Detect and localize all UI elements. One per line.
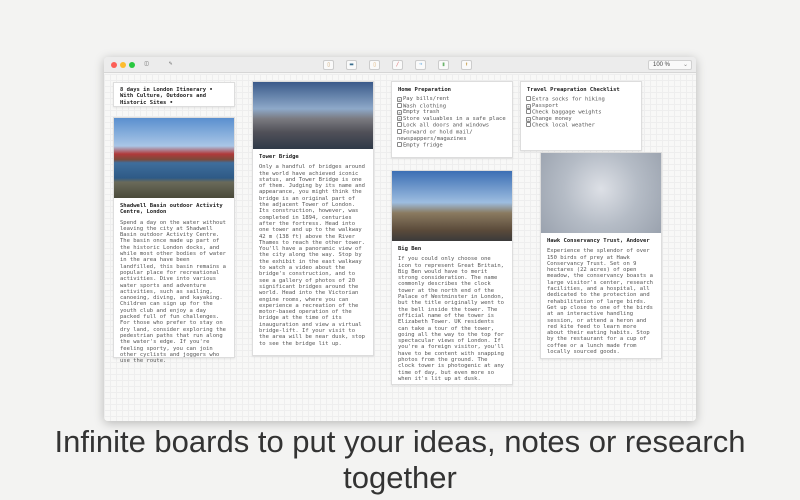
travel-checklist-card[interactable]: Travel Preapration Checklist Extra socks… [520,81,642,151]
chevron-down-icon: ⌄ [682,62,688,68]
clipboard-icon[interactable]: ▯ [369,60,380,70]
minimize-button[interactable] [120,62,126,68]
link-icon[interactable]: ∕ [392,60,403,70]
checklist-item-label: Lock all doors and windows [403,122,490,129]
card-body: Only a handful of bridges around the wor… [259,164,365,347]
caption-line-1: Infinite boards to put your ideas, notes… [54,424,746,459]
sidebar-icon[interactable]: ◫ [141,60,152,70]
big-ben-photo [392,171,512,241]
checklist: ✕ Pay bills/rent Wash clothing ✕ Empty trash… [392,93,512,148]
card-body: Experience the splendor of over 150 bird… [547,248,653,356]
export-icon[interactable]: ⬆ [461,60,472,70]
zoom-value: 100 % [653,62,671,68]
checklist-item: Lock all doors and windows [397,121,507,129]
checkbox-checked[interactable]: ✕ [397,96,402,102]
checklist: Extra socks for hiking ✕ Passport Check bag… [521,93,641,129]
caption-line-2: together [343,460,457,495]
checklist-item: Empty fridge [397,141,507,149]
checklist-item-label: Extra socks for hiking [532,96,605,103]
card-body: If you could only choose one icon to rep… [398,256,504,382]
checklist-item: Forward or hold mail/ newspappers/magazi… [397,128,507,142]
checkbox-checked[interactable]: ✕ [526,103,531,109]
file-icon[interactable]: ▮ [438,60,449,70]
checklist-item-label: Check baggage weights [532,109,602,116]
checkbox-checked[interactable]: ✕ [397,116,402,122]
checklist-item-label: Forward or hold mail/ newspappers/magazi… [397,129,473,142]
shadwell-card[interactable]: Shadwell Basin outdoor Activity Centre, … [113,117,235,364]
arrow-icon[interactable]: ➜ [415,60,426,70]
checklist-item: Wash clothing [397,102,507,110]
checkbox-checked[interactable]: ✕ [397,109,402,115]
zoom-select[interactable]: 100 % ⌄ [648,60,692,70]
tower-bridge-photo [253,82,373,149]
itinerary-card[interactable]: 8 days in London Itinerary • With Cultur… [113,82,235,107]
card-title: Tower Bridge [259,154,299,160]
image-icon[interactable]: ▬ [346,60,357,70]
checklist-item-label: Empty trash [403,109,440,116]
checklist-item: Extra socks for hiking [526,96,636,103]
checkbox-unchecked[interactable] [526,122,531,128]
checklist-item-label: Store valuables in a safe place [403,115,506,122]
tower-bridge-card[interactable]: Tower Bridge Only a handful of bridges a… [252,81,374,356]
shadwell-photo [114,118,234,198]
toolbar: ◫ ✎ ▯ ▬ ▯ ∕ ➜ ▮ ⬆ 100 % ⌄ [104,57,696,73]
home-preparation-card[interactable]: Home Preparation ✕ Pay bills/rent Wash clo… [391,81,513,158]
checkbox-checked[interactable]: ✕ [526,116,531,122]
checklist-item-label: Passport [532,103,559,110]
checkbox-unchecked[interactable] [526,96,531,102]
checklist-item-label: Wash clothing [403,103,447,110]
card-title: Big Ben [398,246,422,252]
card-title: 8 days in London Itinerary • With Cultur… [120,87,213,106]
card-title: Home Preparation [398,87,451,93]
checklist-item-label: Check local weather [532,122,595,129]
zoom-button[interactable] [129,62,135,68]
card-title: Hawk Conservancy Trust, Andover [547,238,650,244]
card-title: Shadwell Basin outdoor Activity Centre, … [120,203,223,216]
app-window: ◫ ✎ ▯ ▬ ▯ ∕ ➜ ▮ ⬆ 100 % ⌄ 8 days in Londo… [104,57,696,421]
close-button[interactable] [111,62,117,68]
checklist-item-label: Empty fridge [403,142,443,149]
checklist-item-label: Change money [532,116,572,123]
checklist-item: Check baggage weights [526,109,636,116]
compose-icon[interactable]: ✎ [165,60,176,70]
card-body: Spend a day on the water without leaving… [120,219,226,365]
checkbox-unchecked[interactable] [397,102,402,108]
checklist-item: Check local weather [526,122,636,129]
checkbox-unchecked[interactable] [397,141,402,147]
big-ben-card[interactable]: Big Ben If you could only choose one ico… [391,170,513,385]
board-canvas[interactable]: 8 days in London Itinerary • With Cultur… [104,74,696,421]
hawk-photo [541,153,661,233]
card-title: Travel Preapration Checklist [527,87,620,93]
checkbox-unchecked[interactable] [397,128,402,134]
hawk-card[interactable]: Hawk Conservancy Trust, Andover Experien… [540,152,662,359]
checkbox-unchecked[interactable] [397,121,402,127]
note-icon[interactable]: ▯ [323,60,334,70]
checkbox-unchecked[interactable] [526,109,531,115]
checklist-item-label: Pay bills/rent [403,96,450,103]
